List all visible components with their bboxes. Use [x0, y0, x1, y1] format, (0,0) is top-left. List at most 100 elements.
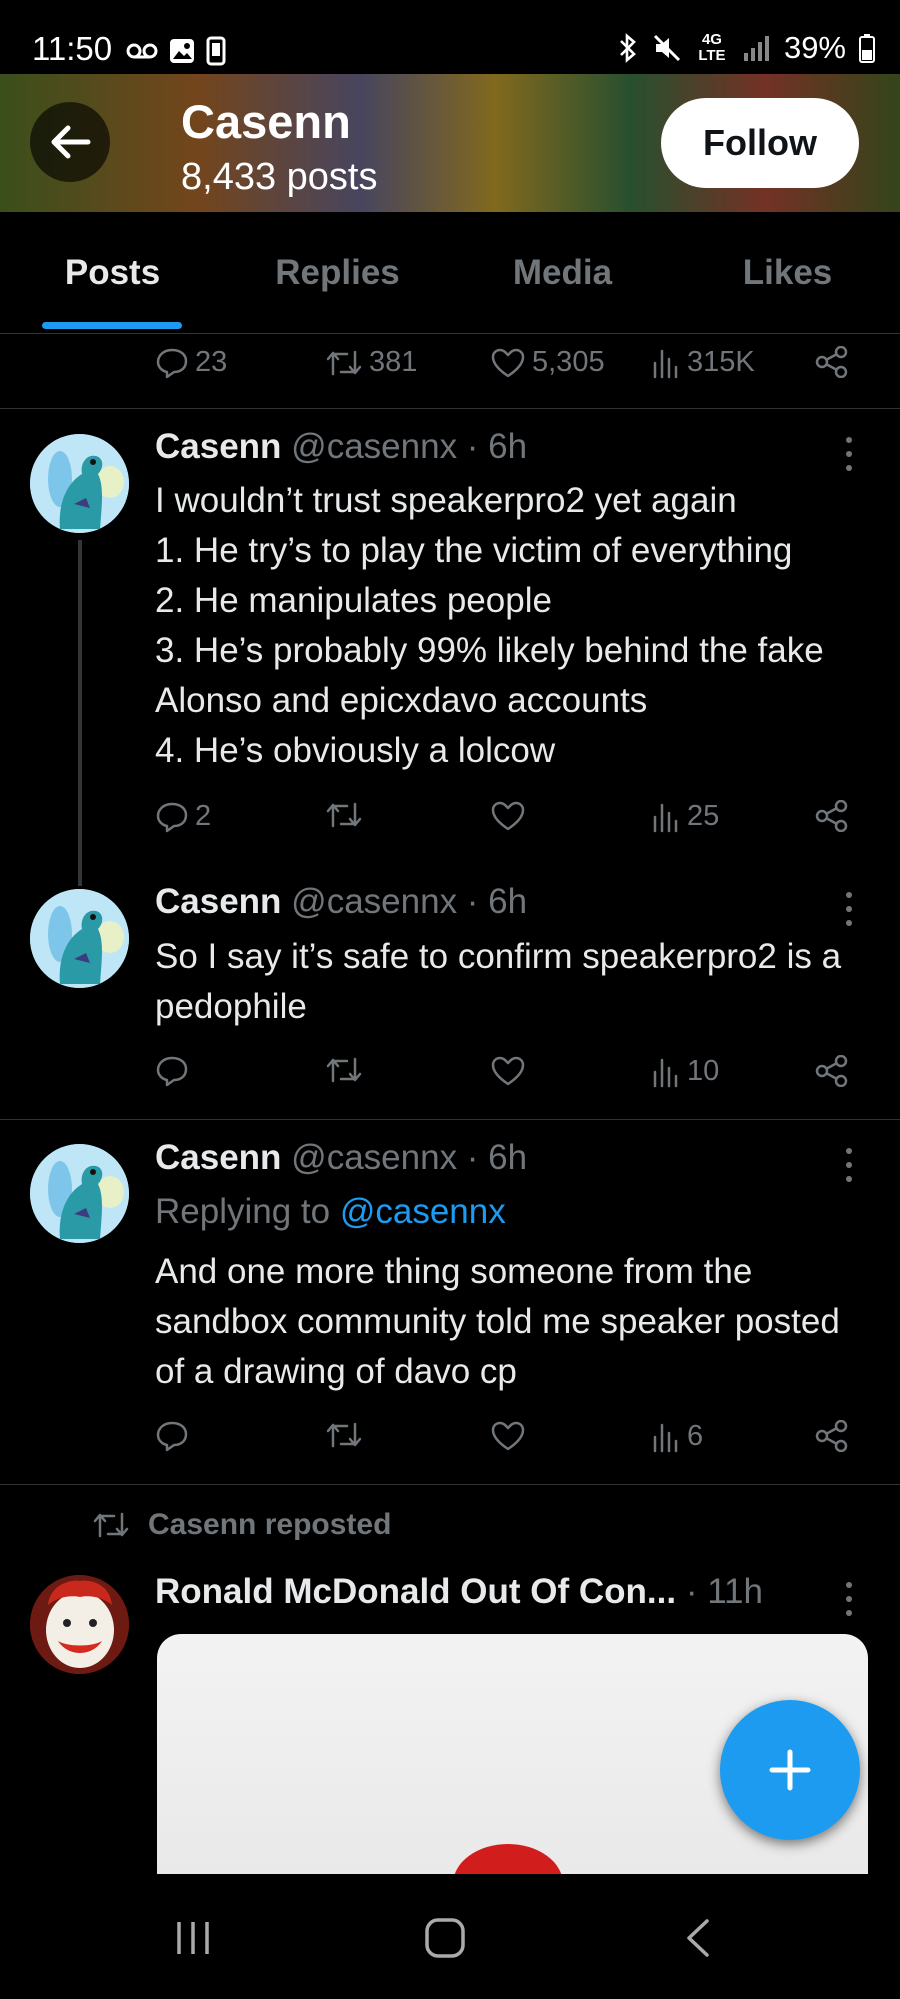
- views-button[interactable]: 315K: [651, 346, 755, 379]
- view-count: 315K: [687, 346, 755, 378]
- recent-apps-icon: [177, 1922, 209, 1954]
- divider: [0, 408, 900, 409]
- tweet-text: So I say it’s safe to confirm speakerpro…: [155, 937, 842, 1026]
- reply-button[interactable]: 23: [155, 346, 227, 379]
- like-button[interactable]: [490, 800, 526, 832]
- repost-icon: [93, 1512, 129, 1538]
- dinosaur-avatar-icon: [30, 889, 129, 988]
- repost-button[interactable]: [325, 1055, 363, 1085]
- reply-button[interactable]: [155, 1420, 189, 1452]
- divider: [0, 1119, 900, 1120]
- avatar[interactable]: [30, 1575, 129, 1674]
- author-name[interactable]: Casenn: [155, 1138, 281, 1177]
- battery-icon: [859, 34, 875, 63]
- back-nav-button[interactable]: [638, 1877, 758, 1999]
- share-button[interactable]: [815, 1055, 849, 1087]
- avatar[interactable]: [30, 434, 129, 533]
- thread-line: [78, 540, 82, 886]
- replying-to: Replying to @casennx: [155, 1192, 506, 1232]
- tab-posts[interactable]: Posts: [0, 212, 225, 333]
- author-handle-time: @casennx · 6h: [291, 882, 528, 921]
- voicemail-icon: [126, 43, 158, 59]
- profile-tabs: Posts Replies Media Likes: [0, 212, 900, 334]
- heart-icon: [491, 1056, 525, 1086]
- views-button[interactable]: 6: [651, 1420, 703, 1453]
- plus-icon: [769, 1749, 811, 1791]
- reply-button[interactable]: 2: [155, 800, 211, 833]
- share-icon: [815, 1055, 848, 1087]
- tab-media[interactable]: Media: [450, 212, 675, 333]
- post-time: · 11h: [685, 1572, 763, 1611]
- repost-icon: [326, 350, 362, 375]
- media-red-nose: [453, 1844, 563, 1874]
- tweet-text: I wouldn’t trust speakerpro2 yet again 1…: [155, 481, 824, 770]
- signal-icon: [743, 36, 769, 61]
- home-button[interactable]: [385, 1877, 505, 1999]
- replying-to-link[interactable]: @casennx: [340, 1192, 506, 1231]
- active-tab-indicator: [42, 322, 182, 329]
- bluetooth-icon: [620, 33, 636, 63]
- author-handle-time: @casennx · 6h: [291, 427, 528, 466]
- reply-icon: [156, 802, 188, 832]
- avatar[interactable]: [30, 889, 129, 988]
- profile-name: Casenn: [181, 95, 351, 148]
- heart-icon: [491, 1421, 525, 1451]
- views-icon: [653, 1423, 678, 1452]
- reply-icon: [156, 1421, 188, 1452]
- clown-avatar-icon: [30, 1575, 129, 1674]
- compose-button[interactable]: [720, 1700, 860, 1840]
- reply-icon: [156, 1056, 188, 1087]
- replying-to-label: Replying to: [155, 1192, 340, 1231]
- arrow-left-icon: [51, 125, 91, 159]
- repost-button[interactable]: [325, 1420, 363, 1450]
- tweet-header: Casenn @casennx · 6h: [155, 427, 527, 467]
- author-name[interactable]: Casenn: [155, 427, 281, 466]
- like-button[interactable]: [490, 1055, 526, 1087]
- more-options-button[interactable]: [844, 1148, 854, 1182]
- repost-label[interactable]: Casenn reposted: [148, 1508, 391, 1542]
- tweet-header: Casenn @casennx · 6h: [155, 1138, 527, 1178]
- action-bar: 23 381 5,305 315K: [155, 346, 855, 386]
- heart-icon: [491, 801, 525, 831]
- recent-apps-button[interactable]: [133, 1877, 253, 1999]
- tweet-text: And one more thing someone from the sand…: [155, 1252, 840, 1391]
- share-button[interactable]: [815, 1420, 849, 1452]
- author-handle-time: @casennx · 6h: [291, 1138, 528, 1177]
- views-button[interactable]: 25: [651, 800, 719, 833]
- system-nav-bar: [0, 1877, 900, 1999]
- share-button[interactable]: [815, 346, 849, 378]
- status-time: 11:50: [32, 30, 113, 67]
- view-count: 10: [687, 1055, 720, 1087]
- repost-button[interactable]: 381: [325, 346, 417, 379]
- like-button[interactable]: [490, 1420, 526, 1452]
- view-count: 6: [687, 1420, 704, 1452]
- reply-count: 23: [195, 346, 228, 378]
- repost-icon: [326, 1057, 362, 1083]
- follow-button[interactable]: Follow: [661, 98, 859, 188]
- like-button[interactable]: 5,305: [490, 346, 605, 379]
- share-icon: [815, 1420, 848, 1452]
- tab-replies[interactable]: Replies: [225, 212, 450, 333]
- action-bar: 10: [155, 1055, 855, 1095]
- more-options-button[interactable]: [844, 892, 854, 926]
- author-name[interactable]: Ronald McDonald Out Of Con...: [155, 1572, 676, 1611]
- post-count: 8,433 posts: [181, 156, 378, 198]
- share-button[interactable]: [815, 800, 849, 832]
- network-label: 4G LTE: [698, 31, 726, 64]
- views-button[interactable]: 10: [651, 1055, 719, 1088]
- home-icon: [425, 1918, 465, 1958]
- status-bar: 11:50 4G LTE 39%: [0, 0, 900, 74]
- phone-icon: [206, 36, 226, 66]
- view-count: 25: [687, 800, 720, 832]
- repost-button[interactable]: [325, 800, 363, 830]
- more-options-button[interactable]: [844, 437, 854, 471]
- author-name[interactable]: Casenn: [155, 882, 281, 921]
- mute-icon: [653, 34, 681, 62]
- repost-indicator: Casenn reposted: [92, 1508, 391, 1542]
- reply-button[interactable]: [155, 1055, 189, 1087]
- tweet-header: Casenn @casennx · 6h: [155, 882, 527, 922]
- more-options-button[interactable]: [844, 1582, 854, 1616]
- tab-likes[interactable]: Likes: [675, 212, 900, 333]
- back-button[interactable]: [30, 102, 110, 182]
- avatar[interactable]: [30, 1144, 129, 1243]
